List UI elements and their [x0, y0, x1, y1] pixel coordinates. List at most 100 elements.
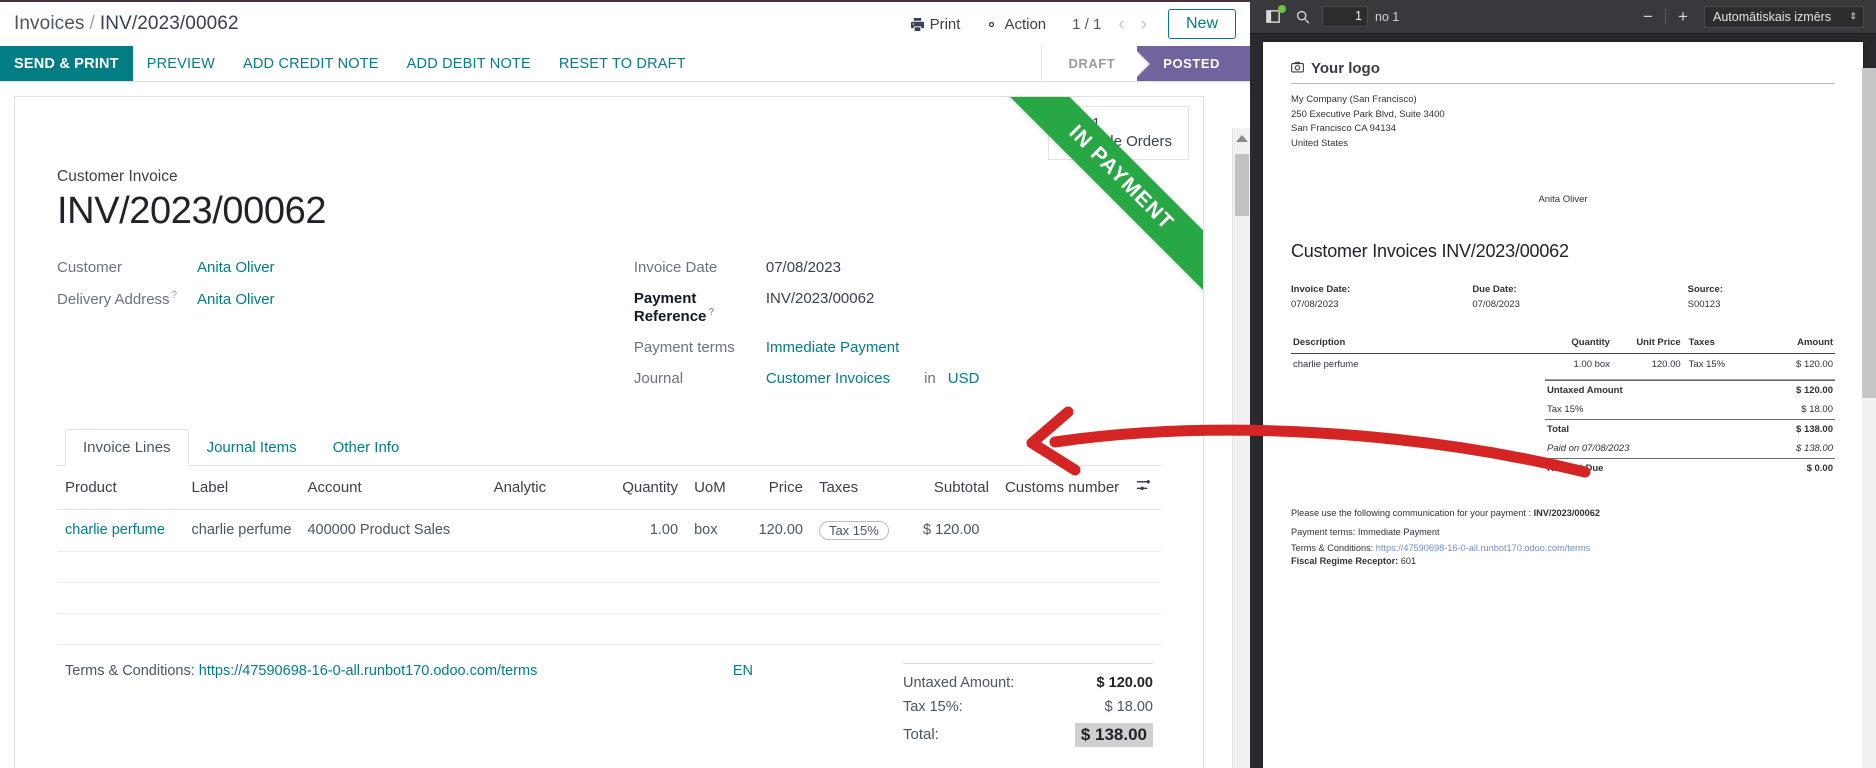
cell-analytic[interactable]: [485, 509, 601, 552]
pencil-square-icon: [1061, 119, 1083, 146]
column-subtotal[interactable]: Subtotal: [915, 465, 997, 510]
pdf-total-value: $ 0.00: [1806, 462, 1833, 474]
cell-product[interactable]: charlie perfume: [57, 509, 184, 552]
column-quantity[interactable]: Quantity: [600, 465, 687, 510]
zoom-level-select[interactable]: Automātiskais izmērs ⇕: [1704, 5, 1864, 28]
terms-and-conditions: Terms & Conditions: https://47590698-16-…: [65, 663, 537, 751]
status-draft[interactable]: DRAFT: [1042, 46, 1151, 81]
column-taxes[interactable]: Taxes: [810, 465, 916, 510]
field-payment-terms-label: Payment terms: [633, 338, 735, 356]
total-untaxed-amount-value: $ 120.00: [1096, 674, 1153, 691]
cell-quantity[interactable]: 1.00: [600, 509, 687, 552]
cell-label[interactable]: charlie perfume: [183, 509, 300, 552]
search-icon[interactable]: [1288, 4, 1318, 30]
optional-columns-toggle[interactable]: [1127, 465, 1161, 510]
pdf-header-divider: [1291, 83, 1835, 84]
column-analytic[interactable]: Analytic: [485, 465, 601, 510]
column-uom[interactable]: UoM: [686, 465, 751, 510]
pdf-note-fiscal-label: Fiscal Regime Receptor:: [1291, 556, 1401, 567]
pager-next-icon[interactable]: ›: [1134, 15, 1154, 34]
pdf-lines-table: Description Quantity Unit Price Taxes Am…: [1291, 333, 1835, 375]
breadcrumb-root[interactable]: Invoices: [14, 13, 85, 34]
page-count-label: no 1: [1375, 9, 1400, 24]
cell-taxes[interactable]: Tax 15%: [810, 509, 916, 552]
sale-orders-count: 1: [1091, 115, 1101, 132]
pdf-total-label: Untaxed Amount: [1547, 384, 1623, 396]
help-icon[interactable]: ?: [172, 290, 178, 301]
pdf-totals-wrapper: Untaxed Amount $ 120.00 Tax 15% $ 18.00 …: [1291, 378, 1835, 478]
form-sheet: IN PAYMENT 1 Sale Orders Customer Invoic…: [14, 96, 1204, 768]
cell-price[interactable]: 120.00: [750, 509, 811, 552]
tab-journal-items[interactable]: Journal Items: [189, 429, 315, 466]
sidebar-notification-dot: [1278, 4, 1286, 13]
product-link[interactable]: charlie perfume: [65, 522, 165, 538]
print-button-label: Print: [929, 15, 961, 33]
sale-orders-smart-button-text: 1 Sale Orders: [1092, 115, 1172, 151]
action-button[interactable]: Action: [972, 12, 1058, 37]
cell-account[interactable]: 400000 Product Sales: [299, 509, 486, 552]
invoice-lines-table: Product Label Account Analytic Quantity …: [57, 465, 1161, 645]
help-icon[interactable]: ?: [708, 307, 714, 318]
pdf-column-taxes: Taxes: [1682, 333, 1770, 354]
cell-uom[interactable]: box: [686, 509, 751, 552]
tab-other-info[interactable]: Other Info: [315, 429, 418, 466]
pdf-vertical-scrollbar[interactable]: [1862, 68, 1876, 768]
table-row-empty[interactable]: [57, 613, 1161, 645]
app-vertical-scrollbar[interactable]: [1232, 128, 1250, 768]
send-and-print-button[interactable]: SEND & PRINT: [0, 46, 133, 81]
column-label[interactable]: Label: [183, 465, 300, 510]
pdf-total-label: Amount Due: [1547, 462, 1604, 474]
field-payment-terms-value[interactable]: Immediate Payment: [766, 339, 899, 356]
control-panel-top-right: Print Action 1 / 1 ‹ › New: [898, 9, 1236, 39]
pdf-table-header-row: Description Quantity Unit Price Taxes Am…: [1291, 333, 1835, 354]
column-product[interactable]: Product: [57, 465, 184, 510]
pdf-note-communication-prefix: Please use the following communication f…: [1291, 507, 1534, 518]
pdf-total-tax: Tax 15% $ 18.00: [1545, 400, 1835, 419]
form-sheet-wrapper: IN PAYMENT 1 Sale Orders Customer Invoic…: [0, 82, 1250, 768]
pdf-total-value: $ 138.00: [1796, 442, 1833, 454]
field-invoice-date-value[interactable]: 07/08/2023: [766, 259, 841, 276]
table-row-empty[interactable]: [57, 582, 1161, 614]
pager-previous-icon[interactable]: ‹: [1111, 15, 1131, 34]
add-debit-note-button[interactable]: ADD DEBIT NOTE: [393, 46, 545, 81]
zoom-in-button[interactable]: +: [1670, 8, 1696, 25]
pdf-total-total: Total $ 138.00: [1545, 418, 1835, 439]
pdf-total-paid-on: Paid on 07/08/2023 $ 138.00: [1545, 439, 1835, 458]
field-journal-value[interactable]: Customer Invoices: [766, 370, 890, 387]
pdf-scrollbar-thumb[interactable]: [1862, 68, 1876, 398]
sidebar-toggle-icon[interactable]: [1258, 4, 1288, 30]
sale-orders-smart-button[interactable]: 1 Sale Orders: [1047, 106, 1189, 160]
column-account[interactable]: Account: [299, 465, 486, 510]
terms-link[interactable]: https://47590698-16-0-all.runbot170.odoo…: [199, 663, 538, 679]
field-delivery-address-value[interactable]: Anita Oliver: [197, 291, 275, 308]
preview-button[interactable]: PREVIEW: [133, 46, 229, 81]
language-selector[interactable]: EN: [733, 663, 903, 751]
field-payment-reference-value[interactable]: INV/2023/00062: [766, 290, 874, 307]
pdf-terms-link[interactable]: https://47590698-16-0-all.runbot170.odoo…: [1376, 543, 1591, 553]
tab-invoice-lines[interactable]: Invoice Lines: [65, 428, 189, 466]
pdf-logo: Your logo: [1291, 60, 1835, 77]
print-button[interactable]: Print: [898, 12, 973, 37]
pdf-logo-text: Your logo: [1311, 60, 1380, 77]
page-number-input[interactable]: 1: [1322, 6, 1368, 27]
totals-block: Untaxed Amount: $ 120.00 Tax 15%: $ 18.0…: [903, 662, 1153, 751]
notebook: Invoice Lines Journal Items Other Info P…: [57, 428, 1161, 751]
column-price[interactable]: Price: [750, 465, 811, 510]
status-posted[interactable]: POSTED: [1137, 46, 1250, 81]
new-button[interactable]: New: [1167, 9, 1236, 39]
scrollbar-thumb[interactable]: [1235, 154, 1249, 216]
add-credit-note-button[interactable]: ADD CREDIT NOTE: [229, 46, 393, 81]
column-customs-number[interactable]: Customs number: [996, 465, 1128, 510]
pdf-meta-invoice-date: Invoice Date: 07/08/2023: [1291, 284, 1472, 310]
reset-to-draft-button[interactable]: RESET TO DRAFT: [545, 46, 700, 81]
field-delivery-address-label: Delivery Address?: [57, 289, 178, 308]
table-row-empty[interactable]: [57, 551, 1161, 583]
journal-currency-value[interactable]: USD: [948, 370, 980, 387]
scroll-up-icon[interactable]: [1236, 135, 1248, 142]
field-payment-reference: Payment Reference? INV/2023/00062: [634, 290, 1161, 325]
cell-customs-number[interactable]: [996, 509, 1128, 552]
field-customer-value[interactable]: Anita Oliver: [197, 259, 275, 276]
table-row[interactable]: charlie perfume charlie perfume 400000 P…: [57, 509, 1161, 552]
pdf-column-quantity: Quantity: [1519, 333, 1612, 354]
zoom-out-button[interactable]: −: [1635, 8, 1661, 25]
